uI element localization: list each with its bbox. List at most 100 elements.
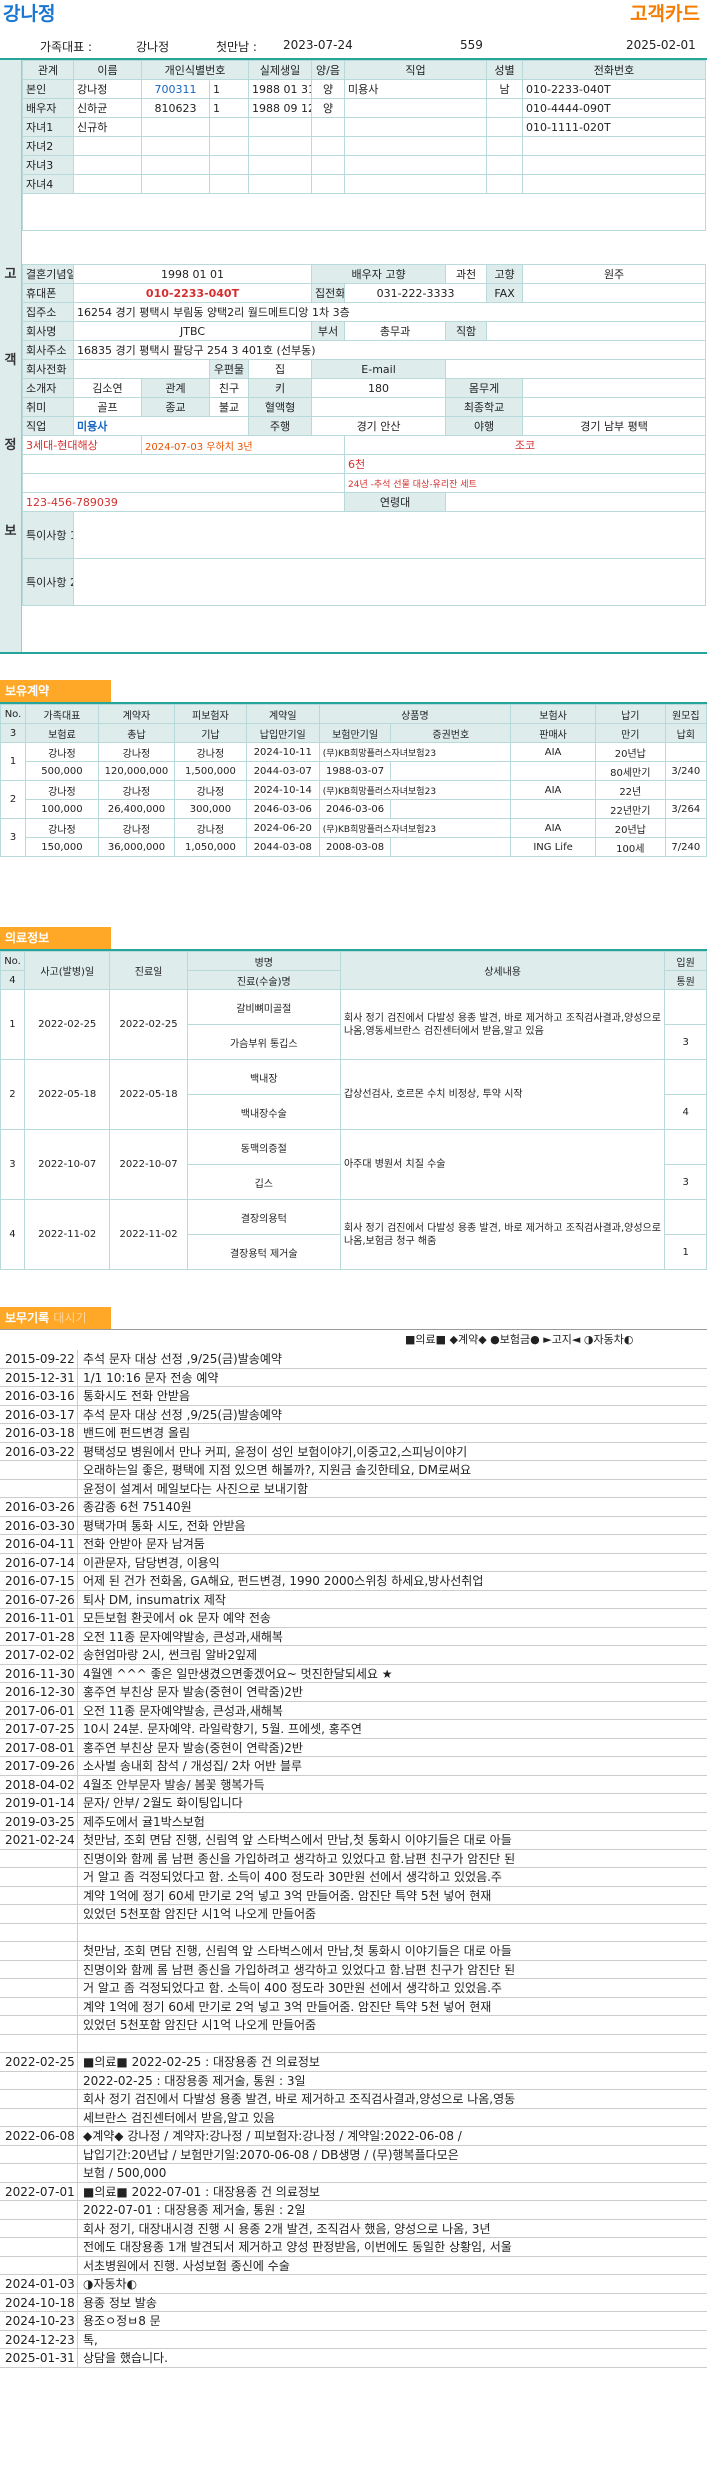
record-row[interactable]: 2016-11-01 모든보험 환곳에서 ok 문자 예약 전송 bbox=[0, 1609, 707, 1628]
contract-total[interactable]: 36,000,000 bbox=[97, 837, 176, 857]
night-value[interactable]: 경기 남부 평택 bbox=[522, 416, 707, 436]
note1[interactable]: 3세대-현대해상 bbox=[22, 435, 142, 455]
record-row[interactable]: 2016-04-11 전화 안받아 문자 남겨둠 bbox=[0, 1535, 707, 1554]
family-id2[interactable]: 1 bbox=[208, 98, 250, 118]
family-phone[interactable]: 010-4444-090T bbox=[522, 98, 707, 118]
family-job[interactable]: 미용사 bbox=[344, 79, 488, 99]
contract-date[interactable]: 2024-06-20 bbox=[245, 818, 320, 838]
family-name[interactable] bbox=[73, 136, 142, 156]
medical-treatment[interactable]: 결장용턱 제거술 bbox=[186, 1234, 341, 1270]
contract-orig[interactable] bbox=[664, 742, 707, 762]
record-row[interactable]: 진명이와 함께 롬 남편 종신을 가입하려고 생각하고 있었다고 함.남편 친구… bbox=[0, 1960, 707, 1979]
medical-disease[interactable]: 백내장 bbox=[186, 1059, 341, 1095]
record-text[interactable]: 톡, bbox=[77, 2330, 707, 2348]
contract-ins-end[interactable]: 1988-03-07 bbox=[318, 761, 392, 781]
family-id2[interactable] bbox=[208, 117, 250, 137]
fax-value[interactable] bbox=[522, 283, 707, 303]
record-text[interactable]: 평택가며 통화 시도, 전화 안받음 bbox=[77, 1516, 707, 1534]
record-row[interactable]: 계약 1억에 정기 60세 만기로 2억 넣고 3억 만들어줌. 암진단 특약 … bbox=[0, 1997, 707, 2016]
contract-policy[interactable] bbox=[390, 837, 512, 857]
first-meet-date[interactable]: 2023-07-24 bbox=[283, 38, 353, 52]
religion-value[interactable]: 불교 bbox=[209, 397, 249, 417]
record-text[interactable]: 2022-02-25 : 대장용종 제거술, 통원 : 3일 bbox=[77, 2071, 707, 2089]
family-phone[interactable]: 010-2233-040T bbox=[522, 79, 707, 99]
record-row[interactable]: 회사 정기 검진에서 다발성 용종 발견, 바로 제거하고 조직검사결과,양성으… bbox=[0, 2090, 707, 2109]
medical-treatment[interactable]: 깁스 bbox=[186, 1164, 341, 1200]
contract-seller[interactable]: ING Life bbox=[510, 837, 596, 857]
record-text[interactable]: 4월엔 ^^^ 좋은 일만생겼으면좋겠어요~ 멋진한달되세요 ★ bbox=[77, 1664, 707, 1682]
wedding-value[interactable]: 1998 01 01 bbox=[72, 264, 313, 284]
contract-product[interactable]: (무)KB희망플러스자녀보험23 bbox=[318, 780, 512, 800]
medical-disease[interactable]: 갈비뼈미골절 bbox=[186, 989, 341, 1025]
medical-inpatient[interactable] bbox=[664, 1129, 707, 1165]
record-row[interactable]: 윤정이 설계서 메일보다는 사진으로 보내기함 bbox=[0, 1479, 707, 1498]
special1-value[interactable] bbox=[72, 511, 707, 559]
medical-outpatient[interactable]: 3 bbox=[664, 1164, 707, 1200]
contract-expiry[interactable]: 80세만기 bbox=[594, 761, 666, 781]
medical-treatment[interactable]: 백내장수술 bbox=[186, 1094, 341, 1130]
record-text[interactable]: 용종 정보 발송 bbox=[77, 2293, 707, 2311]
note1-date[interactable]: 2024-07-03 우하치 3년 bbox=[140, 435, 346, 455]
record-row[interactable]: 2025-01-31 상담을 했습니다. bbox=[0, 2349, 707, 2368]
contract-row[interactable]: 2 강나정 강나정 강나정 2024-10-14 (무)KB희망플러스자녀보험2… bbox=[0, 780, 707, 819]
record-row[interactable]: 2019-01-14 문자/ 안부/ 2월도 화이팅입니다 bbox=[0, 1794, 707, 1813]
family-lunar[interactable] bbox=[311, 117, 346, 137]
record-row[interactable]: 2017-01-28 오전 11종 문자예약발송, 큰성과,새해복 bbox=[0, 1627, 707, 1646]
record-text[interactable]: 용조ㅇ정ㅂ8 문 bbox=[77, 2312, 707, 2330]
record-row[interactable]: 2016-03-16 통화시도 전화 안받음 bbox=[0, 1387, 707, 1406]
medical-inpatient[interactable] bbox=[664, 1199, 707, 1235]
family-sex[interactable] bbox=[486, 117, 524, 137]
contract-company[interactable]: AIA bbox=[510, 818, 596, 838]
record-row[interactable]: 보험 / 500,000 bbox=[0, 2164, 707, 2183]
record-text[interactable]: 홍주연 부친상 문자 발송(중현이 연락줌)2반 bbox=[77, 1738, 707, 1756]
record-text[interactable]: 거 알고 좀 걱정되었다고 함. 소득이 400 정도라 30만원 선에서 생각… bbox=[77, 1979, 707, 1997]
contract-expiry[interactable]: 100세 bbox=[594, 837, 666, 857]
address-value[interactable]: 16254 경기 평택시 부림동 양택2리 월드메트디앙 1차 3층 bbox=[72, 302, 707, 322]
residence-value[interactable]: 경기 안산 bbox=[311, 416, 447, 436]
contract-insured[interactable]: 강나정 bbox=[174, 742, 247, 762]
contract-expiry[interactable]: 22년만기 bbox=[594, 799, 666, 819]
record-text[interactable]: 2022-07-01 : 대장용종 제거술, 통원 : 2일 bbox=[77, 2201, 707, 2219]
contract-seller[interactable] bbox=[510, 761, 596, 781]
family-id1[interactable]: 700311 bbox=[141, 79, 210, 99]
medical-treatment[interactable]: 가슴부위 통깁스 bbox=[186, 1024, 341, 1060]
family-phone[interactable]: 010-1111-020T bbox=[522, 117, 707, 137]
record-text[interactable]: 첫만남, 조회 면담 진행, 신림역 앞 스타벅스에서 만남,첫 통화시 이야기… bbox=[77, 1942, 707, 1960]
contract-premium[interactable]: 500,000 bbox=[25, 761, 99, 781]
record-row[interactable]: 2022-02-25 : 대장용종 제거술, 통원 : 3일 bbox=[0, 2071, 707, 2090]
record-row[interactable]: 회사 정기, 대장내시경 진행 시 용종 2개 발견, 조직검사 했음, 양성으… bbox=[0, 2219, 707, 2238]
record-text[interactable]: 계약 1억에 정기 60세 만기로 2억 넣고 3억 만들어줌. 암진단 특약 … bbox=[77, 1886, 707, 1904]
contract-rep[interactable]: 강나정 bbox=[25, 818, 99, 838]
contract-term[interactable]: 20년납 bbox=[594, 742, 666, 762]
hobby-value[interactable]: 골프 bbox=[73, 397, 142, 417]
contract-row[interactable]: 1 강나정 강나정 강나정 2024-10-11 (무)KB희망플러스자녀보험2… bbox=[0, 742, 707, 781]
contract-count-value[interactable]: 3/264 bbox=[664, 799, 707, 819]
record-text[interactable]: ◑자동차◐ bbox=[77, 2275, 707, 2293]
record-row[interactable]: 2024-10-23 용조ㅇ정ㅂ8 문 bbox=[0, 2312, 707, 2331]
medical-outpatient[interactable]: 3 bbox=[664, 1024, 707, 1060]
record-text[interactable]: 거 알고 좀 걱정되었다고 함. 소득이 400 정도라 30만원 선에서 생각… bbox=[77, 1868, 707, 1886]
company-value[interactable]: JTBC bbox=[72, 321, 313, 341]
contract-pay-end[interactable]: 2044-03-07 bbox=[245, 761, 320, 781]
medical-inpatient[interactable] bbox=[664, 1059, 707, 1095]
record-row[interactable]: 2024-10-18 용종 정보 발송 bbox=[0, 2293, 707, 2312]
record-row[interactable]: 2017-08-01 홍주연 부친상 문자 발송(중현이 연락줌)2반 bbox=[0, 1738, 707, 1757]
medical-disease[interactable]: 결장의용턱 bbox=[186, 1199, 341, 1235]
contract-paid[interactable]: 1,500,000 bbox=[174, 761, 247, 781]
record-text[interactable]: 문자/ 안부/ 2월도 화이팅입니다 bbox=[77, 1794, 707, 1812]
record-row[interactable]: 2016-03-18 밴드에 펀드변경 올림 bbox=[0, 1424, 707, 1443]
medical-visit[interactable]: 2022-11-02 bbox=[109, 1199, 188, 1270]
record-text[interactable]: 종감종 6천 75140원 bbox=[77, 1498, 707, 1516]
medical-date[interactable]: 2022-11-02 bbox=[23, 1199, 111, 1270]
contract-policy[interactable] bbox=[390, 761, 512, 781]
record-row[interactable]: 2022-07-01 ■의료■ 2022-07-01 : 대장용종 건 의료정보 bbox=[0, 2182, 707, 2201]
record-row[interactable]: 서초병원에서 진행. 사성보험 종신에 수술 bbox=[0, 2256, 707, 2275]
record-text[interactable]: 1/1 10:16 문자 전송 예약 bbox=[77, 1368, 707, 1386]
contract-ins-end[interactable]: 2008-03-08 bbox=[318, 837, 392, 857]
family-job[interactable] bbox=[344, 98, 488, 118]
dept-value[interactable]: 총무과 bbox=[344, 321, 447, 341]
special2-value[interactable] bbox=[72, 558, 707, 606]
contract-date[interactable]: 2024-10-11 bbox=[245, 742, 320, 762]
contract-count-value[interactable]: 7/240 bbox=[664, 837, 707, 857]
home-value[interactable]: 원주 bbox=[522, 264, 707, 284]
